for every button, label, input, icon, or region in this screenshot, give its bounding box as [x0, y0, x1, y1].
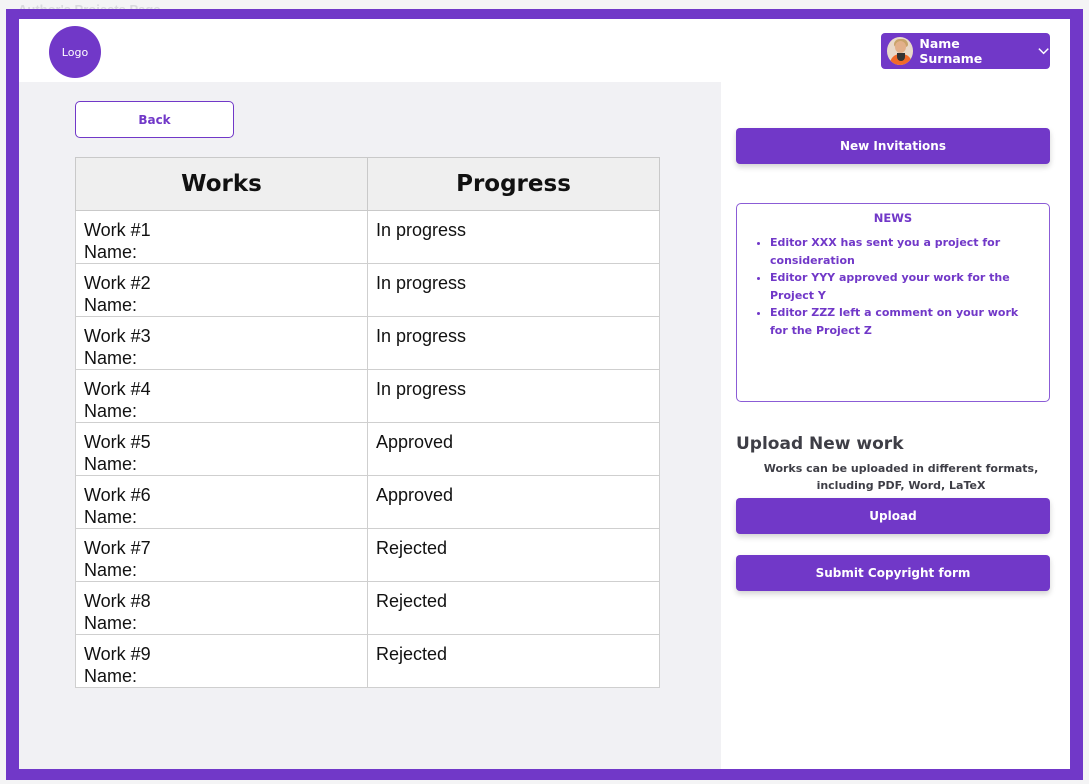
progress-cell: Rejected — [367, 528, 660, 582]
work-cell: Work #5 Name: — [75, 422, 368, 476]
work-name-label: Name: — [84, 613, 138, 633]
work-title: Work #2 — [84, 273, 151, 293]
right-sidebar: New Invitations NEWS Editor XXX has sent… — [721, 82, 1070, 769]
progress-cell: Rejected — [367, 634, 660, 688]
work-name-label: Name: — [84, 454, 138, 474]
chevron-down-icon — [1038, 48, 1049, 55]
progress-cell: In progress — [367, 263, 660, 317]
back-button[interactable]: Back — [75, 101, 234, 138]
table-row[interactable]: Work #7 Name: Rejected — [75, 528, 660, 582]
app-frame: Logo Name Surname Back Works Progress Wo… — [6, 9, 1083, 780]
work-name-label: Name: — [84, 295, 138, 315]
news-item: Editor ZZZ left a comment on your work f… — [770, 304, 1029, 339]
table-row[interactable]: Work #3 Name: In progress — [75, 316, 660, 370]
table-row[interactable]: Work #5 Name: Approved — [75, 422, 660, 476]
work-cell: Work #4 Name: — [75, 369, 368, 423]
works-column-header: Works — [75, 157, 368, 211]
new-invitations-button[interactable]: New Invitations — [736, 128, 1050, 164]
logo[interactable]: Logo — [49, 26, 101, 78]
progress-cell: Approved — [367, 475, 660, 529]
top-header: Logo Name Surname — [19, 19, 1070, 82]
work-title: Work #9 — [84, 644, 151, 664]
user-name: Name Surname — [919, 36, 983, 66]
news-list: Editor XXX has sent you a project for co… — [737, 234, 1049, 339]
progress-cell: Rejected — [367, 581, 660, 635]
work-cell: Work #2 Name: — [75, 263, 368, 317]
work-title: Work #7 — [84, 538, 151, 558]
work-name-label: Name: — [84, 348, 138, 368]
progress-cell: In progress — [367, 316, 660, 370]
work-cell: Work #1 Name: — [75, 210, 368, 264]
work-title: Work #5 — [84, 432, 151, 452]
news-item: Editor YYY approved your work for the Pr… — [770, 269, 1029, 304]
table-row[interactable]: Work #1 Name: In progress — [75, 210, 660, 264]
table-row[interactable]: Work #8 Name: Rejected — [75, 581, 660, 635]
app-window: Logo Name Surname Back Works Progress Wo… — [19, 19, 1070, 769]
work-title: Work #6 — [84, 485, 151, 505]
work-title: Work #1 — [84, 220, 151, 240]
table-row[interactable]: Work #4 Name: In progress — [75, 369, 660, 423]
user-menu-button[interactable]: Name Surname — [881, 33, 1050, 69]
upload-section-title: Upload New work — [736, 434, 904, 454]
avatar — [887, 37, 914, 65]
submit-copyright-button[interactable]: Submit Copyright form — [736, 555, 1050, 591]
work-title: Work #4 — [84, 379, 151, 399]
work-cell: Work #8 Name: — [75, 581, 368, 635]
table-row[interactable]: Work #6 Name: Approved — [75, 475, 660, 529]
upload-button[interactable]: Upload — [736, 498, 1050, 534]
work-title: Work #3 — [84, 326, 151, 346]
works-table: Works Progress Work #1 Name: In progress … — [75, 157, 660, 688]
progress-column-header: Progress — [367, 157, 660, 211]
work-cell: Work #3 Name: — [75, 316, 368, 370]
work-name-label: Name: — [84, 242, 138, 262]
work-title: Work #8 — [84, 591, 151, 611]
work-name-label: Name: — [84, 401, 138, 421]
progress-cell: In progress — [367, 210, 660, 264]
news-title: NEWS — [873, 211, 913, 225]
upload-description: Works can be uploaded in different forma… — [763, 462, 1039, 492]
progress-cell: In progress — [367, 369, 660, 423]
progress-cell: Approved — [367, 422, 660, 476]
work-cell: Work #9 Name: — [75, 634, 368, 688]
work-name-label: Name: — [84, 560, 138, 580]
news-panel: NEWS Editor XXX has sent you a project f… — [736, 203, 1050, 402]
table-row[interactable]: Work #9 Name: Rejected — [75, 634, 660, 688]
work-cell: Work #6 Name: — [75, 475, 368, 529]
work-name-label: Name: — [84, 507, 138, 527]
work-cell: Work #7 Name: — [75, 528, 368, 582]
work-name-label: Name: — [84, 666, 138, 686]
news-item: Editor XXX has sent you a project for co… — [770, 234, 1029, 269]
table-row[interactable]: Work #2 Name: In progress — [75, 263, 660, 317]
